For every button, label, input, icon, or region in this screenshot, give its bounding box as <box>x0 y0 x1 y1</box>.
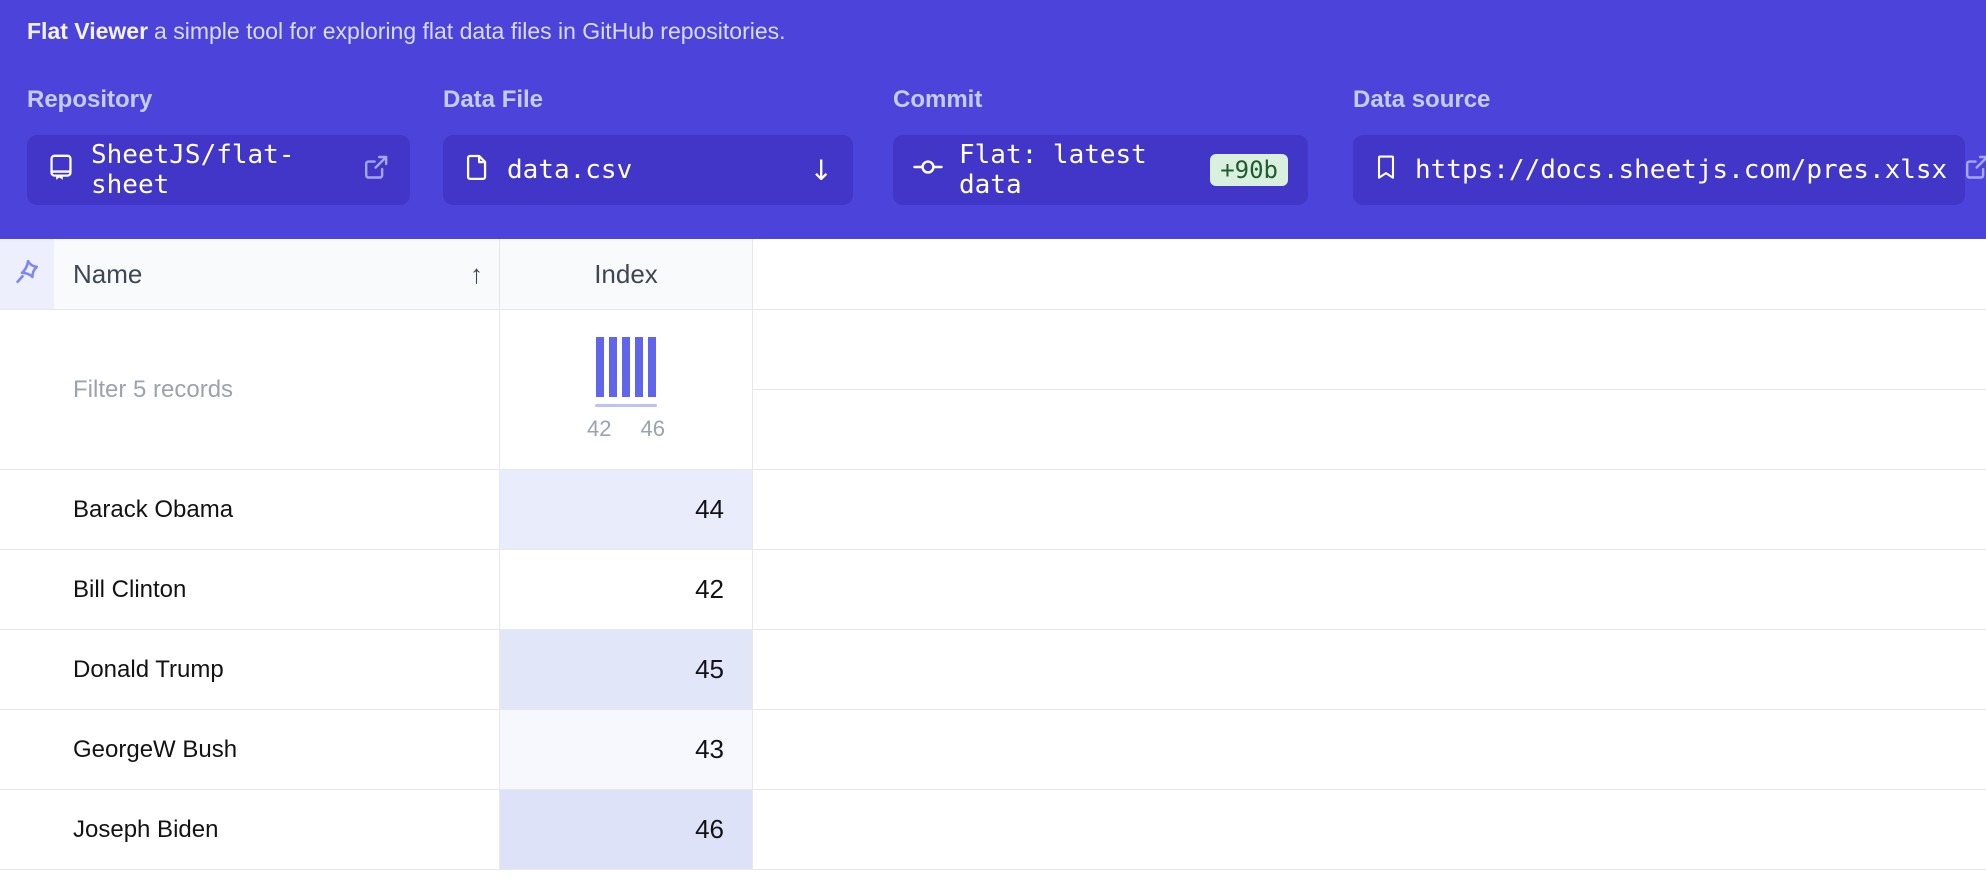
data-source-url: https://docs.sheetjs.com/pres.xlsx <box>1415 155 1947 185</box>
data-file-name: data.csv <box>507 155 794 185</box>
column-header-name-label: Name <box>73 259 142 290</box>
index-histogram[interactable]: 42 46 <box>500 310 753 470</box>
commit-diff-badge: +90b <box>1210 154 1288 186</box>
header-filler <box>753 239 1986 310</box>
commit-message: Flat: latest data <box>959 140 1194 200</box>
pin-column-header[interactable] <box>0 239 54 310</box>
row-filler <box>753 470 1986 550</box>
name-cell: Joseph Biden <box>54 790 500 870</box>
name-cell: GeorgeW Bush <box>54 710 500 790</box>
index-cell: 42 <box>500 550 753 630</box>
table-row: Bill Clinton 42 <box>0 550 1986 630</box>
data-source-chip[interactable]: https://docs.sheetjs.com/pres.xlsx <box>1353 135 1965 205</box>
section-data-file: Data File data.csv ↓ <box>443 86 543 114</box>
histogram-min-label: 42 <box>587 416 611 442</box>
pin-icon[interactable] <box>12 257 42 292</box>
data-table: Name ↑ Index 42 46 Barack Obama 44 <box>0 239 1986 870</box>
name-cell: Donald Trump <box>54 630 500 710</box>
repo-book-icon <box>47 153 75 188</box>
index-cell: 46 <box>500 790 753 870</box>
bookmark-icon <box>1373 153 1399 188</box>
file-icon <box>463 153 491 188</box>
table-row: Barack Obama 44 <box>0 470 1986 550</box>
pin-column-spacer <box>0 470 54 550</box>
table-row: Joseph Biden 46 <box>0 790 1986 870</box>
histogram-bar <box>609 337 617 397</box>
section-data-source: Data source https://docs.sheetjs.com/pre… <box>1353 86 1490 114</box>
row-filler <box>753 630 1986 710</box>
filter-row: 42 46 <box>0 310 1986 470</box>
external-link-icon <box>1963 153 1986 188</box>
name-cell: Barack Obama <box>54 470 500 550</box>
app-title-line: Flat Viewera simple tool for exploring f… <box>27 18 786 45</box>
download-arrow-icon: ↓ <box>810 154 833 187</box>
pin-column-spacer <box>0 790 54 870</box>
column-header-index-label: Index <box>594 259 658 290</box>
repository-chip[interactable]: SheetJS/flat-sheet <box>27 135 410 205</box>
histogram-bar <box>622 337 630 397</box>
table-header-row: Name ↑ Index <box>0 239 1986 310</box>
index-cell: 43 <box>500 710 753 790</box>
histogram-bar <box>596 337 604 397</box>
external-link-icon <box>362 153 390 188</box>
repository-label: Repository <box>27 86 152 114</box>
section-repository: Repository SheetJS/flat-sheet <box>27 86 152 114</box>
row-filler <box>753 710 1986 790</box>
histogram-max-label: 46 <box>641 416 665 442</box>
index-cell: 44 <box>500 470 753 550</box>
app-title: Flat Viewer <box>27 18 148 44</box>
data-file-label: Data File <box>443 86 543 114</box>
row-filler <box>753 550 1986 630</box>
name-filter-cell <box>54 310 500 470</box>
repository-name: SheetJS/flat-sheet <box>91 140 346 200</box>
histogram-bar <box>635 337 643 397</box>
histogram-range-track <box>595 404 657 407</box>
pin-column-spacer <box>0 710 54 790</box>
column-header-name[interactable]: Name ↑ <box>54 239 500 310</box>
pin-column-spacer <box>0 550 54 630</box>
filter-filler <box>753 310 1986 470</box>
app-header: Flat Viewera simple tool for exploring f… <box>0 0 1986 239</box>
name-cell: Bill Clinton <box>54 550 500 630</box>
index-cell: 45 <box>500 630 753 710</box>
pin-column-spacer <box>0 630 54 710</box>
data-file-chip[interactable]: data.csv ↓ <box>443 135 853 205</box>
histogram-labels: 42 46 <box>587 416 665 442</box>
commit-icon <box>913 152 943 189</box>
app-subtitle: a simple tool for exploring flat data fi… <box>154 18 786 44</box>
commit-chip[interactable]: Flat: latest data +90b <box>893 135 1308 205</box>
table-row: Donald Trump 45 <box>0 630 1986 710</box>
sort-ascending-icon: ↑ <box>470 259 483 290</box>
section-commit: Commit Flat: latest data +90b <box>893 86 982 114</box>
filter-input[interactable] <box>73 376 453 404</box>
histogram-bars <box>596 337 656 397</box>
row-filler <box>753 790 1986 870</box>
commit-label: Commit <box>893 86 982 114</box>
column-header-index[interactable]: Index <box>500 239 753 310</box>
pin-column-spacer <box>0 310 54 470</box>
data-source-label: Data source <box>1353 86 1490 114</box>
histogram-bar <box>648 337 656 397</box>
table-row: GeorgeW Bush 43 <box>0 710 1986 790</box>
